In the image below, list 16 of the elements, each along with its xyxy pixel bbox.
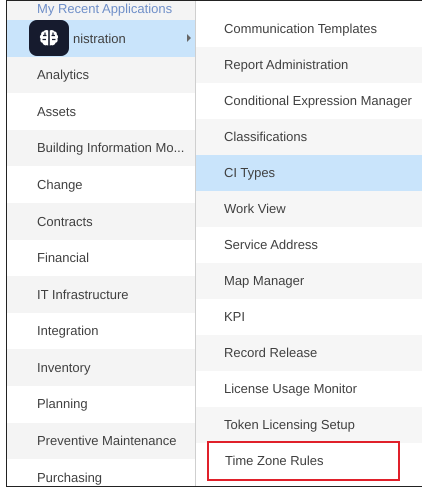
menu-item[interactable]: Inventory <box>7 349 195 386</box>
submenu-item[interactable]: CI Types <box>196 155 422 191</box>
submenu-item[interactable]: Report Administration <box>196 47 422 83</box>
menu-item[interactable]: Analytics <box>7 56 195 94</box>
submenu-item[interactable]: Record Release <box>196 335 422 371</box>
menu-item[interactable]: nistration <box>7 20 195 57</box>
menu-item[interactable]: Building Information Mo... <box>7 130 195 166</box>
submenu-item[interactable]: Work View <box>196 191 422 227</box>
submenu-item[interactable]: Map Manager <box>196 263 422 299</box>
submenu-item[interactable]: Classifications <box>196 119 422 155</box>
submenu-item[interactable]: Token Licensing Setup <box>196 407 422 443</box>
menu-item[interactable]: Preventive Maintenance <box>7 422 195 460</box>
submenu-item[interactable]: Time Zone Rules <box>207 441 400 481</box>
menu-item[interactable]: Contracts <box>7 202 195 240</box>
brain-icon <box>29 20 69 56</box>
menu-item[interactable]: IT Infrastructure <box>7 276 195 313</box>
